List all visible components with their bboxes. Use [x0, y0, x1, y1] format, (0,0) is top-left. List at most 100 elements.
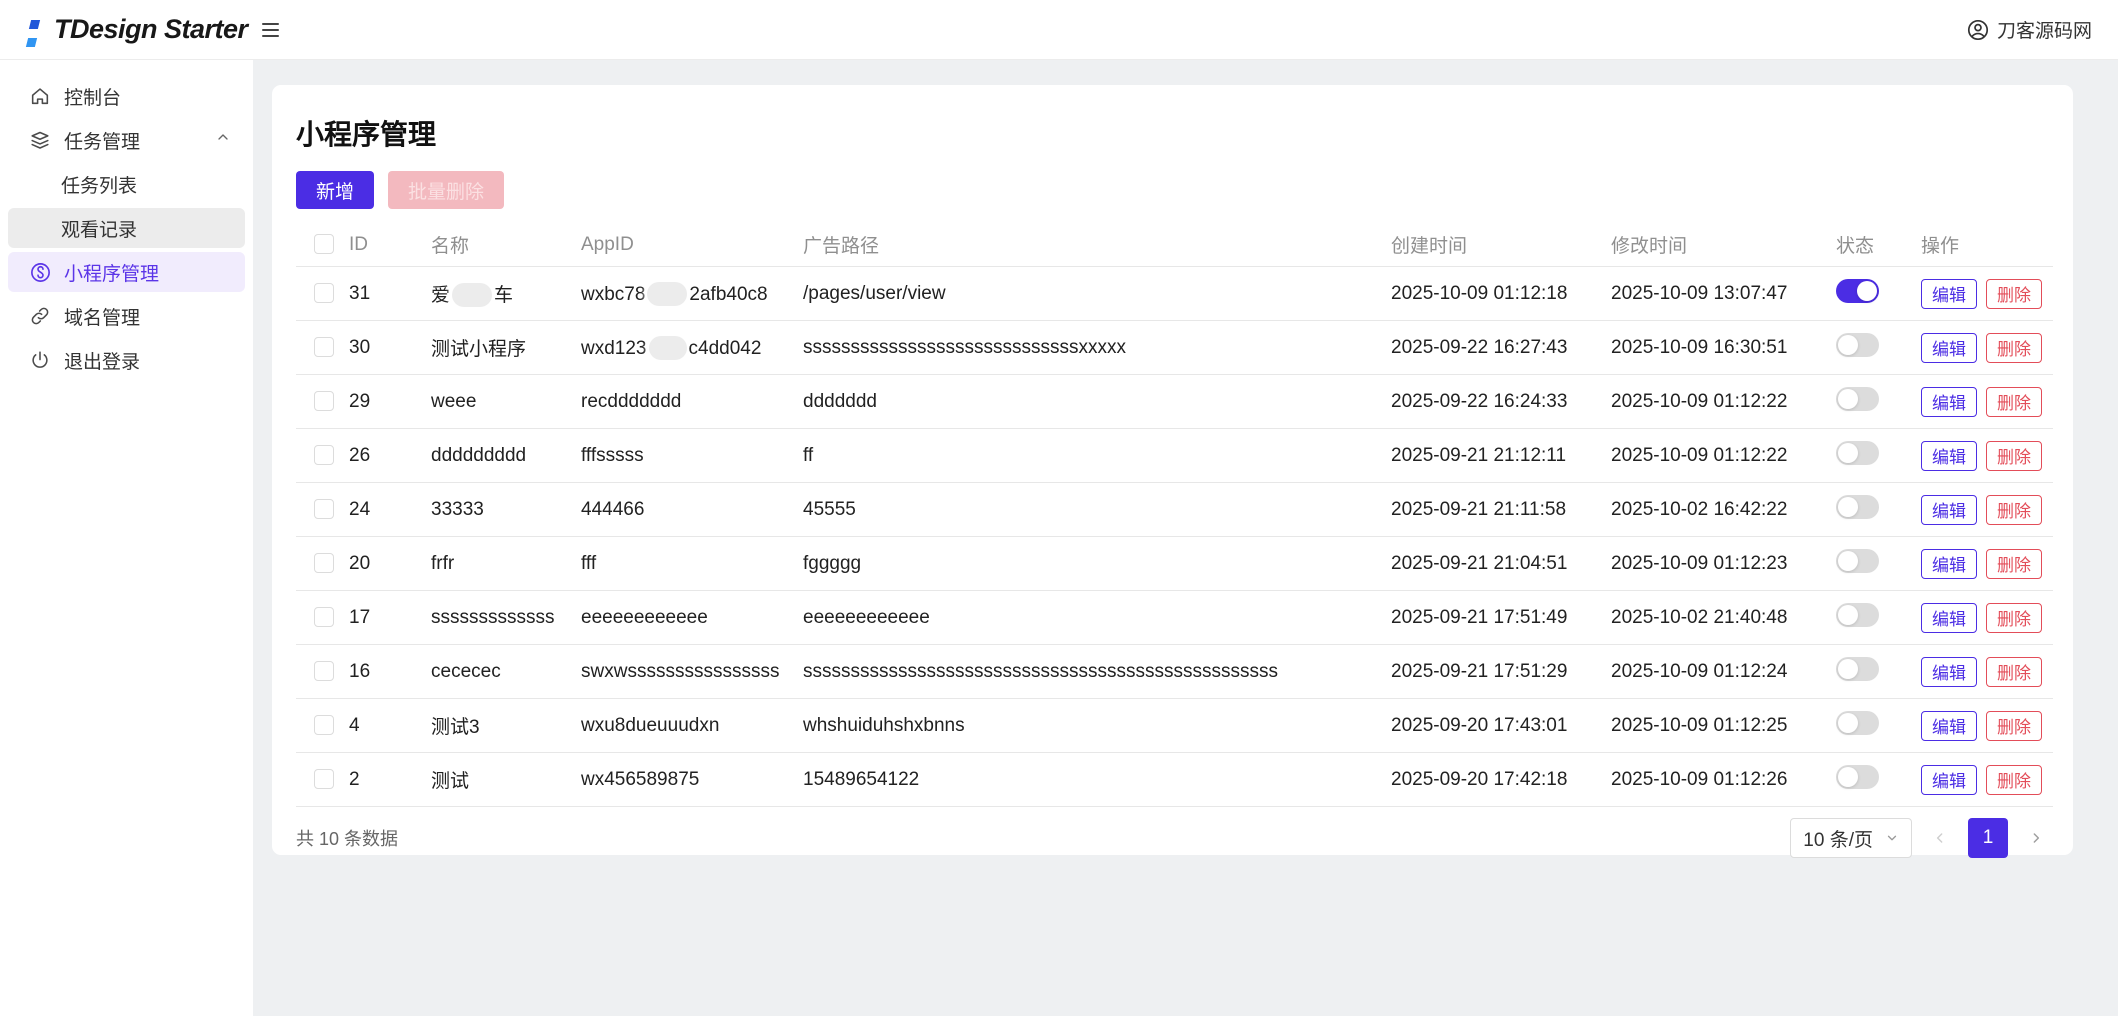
cell-created-time: 2025-09-21 21:04:51	[1391, 552, 1568, 574]
delete-button[interactable]: 删除	[1986, 440, 2042, 471]
edit-button[interactable]: 编辑	[1921, 764, 1977, 795]
row-checkbox[interactable]	[314, 769, 334, 790]
page-title: 小程序管理	[296, 119, 437, 150]
delete-button[interactable]: 删除	[1986, 332, 2042, 363]
toggle-knob	[1857, 280, 1877, 301]
row-checkbox[interactable]	[314, 607, 334, 628]
next-page-button[interactable]	[2023, 818, 2049, 858]
edit-button[interactable]: 编辑	[1921, 710, 1977, 741]
app-logo[interactable]: TDesign Starter	[22, 14, 248, 47]
status-toggle[interactable]	[1836, 332, 1879, 357]
table-row: 4 测试3 wxu8dueuuudxn whshuiduhshxbnns 202…	[296, 699, 2053, 753]
pagination: 10 条/页 1	[1790, 818, 2049, 858]
cell-ad-path: ff	[803, 444, 814, 466]
page-size-select[interactable]: 10 条/页	[1790, 818, 1912, 858]
delete-button[interactable]: 删除	[1986, 602, 2042, 633]
sidebar-item-domain-management[interactable]: 域名管理	[8, 296, 245, 336]
edit-button[interactable]: 编辑	[1921, 494, 1977, 525]
table-row: 30 测试小程序 wxd123 c4dd042 sssssssssssssssss…	[296, 321, 2053, 375]
edit-button[interactable]: 编辑	[1921, 548, 1977, 579]
column-header-id: ID	[349, 233, 368, 255]
sidebar-item-watch-records[interactable]: 观看记录	[8, 208, 245, 248]
column-header-ad-path: 广告路径	[803, 236, 880, 257]
delete-button[interactable]: 删除	[1986, 764, 2042, 795]
delete-button[interactable]: 删除	[1986, 278, 2042, 309]
batch-delete-button[interactable]: 批量删除	[388, 171, 505, 209]
toggle-knob	[1838, 550, 1858, 571]
cell-name: 33333	[431, 498, 484, 520]
status-toggle[interactable]	[1836, 386, 1879, 411]
cell-ad-path: ssssssssssssssssssssssssssssssssssssssss…	[803, 660, 1278, 682]
toggle-knob	[1838, 766, 1858, 787]
status-toggle[interactable]	[1836, 440, 1879, 465]
add-button[interactable]: 新增	[296, 171, 375, 209]
delete-button[interactable]: 删除	[1986, 494, 2042, 525]
edit-button[interactable]: 编辑	[1921, 656, 1977, 687]
row-checkbox[interactable]	[314, 391, 334, 412]
cell-modified-time: 2025-10-09 01:12:22	[1611, 444, 1788, 466]
cell-name: sssssssssssss	[431, 606, 555, 628]
sidebar-item-dashboard[interactable]: 控制台	[8, 76, 245, 116]
sidebar-item-miniprogram-management[interactable]: 小程序管理	[8, 252, 245, 292]
toolbar: 新增 批量删除	[296, 171, 2049, 209]
cell-name: cececec	[431, 660, 501, 682]
table-row: 31 爱车 wxbc78 2afb40c8 /pages/user/view 20…	[296, 267, 2053, 321]
row-checkbox[interactable]	[314, 337, 334, 358]
chevron-right-icon	[2033, 833, 2040, 843]
page-number-1[interactable]: 1	[1968, 818, 2008, 858]
cell-name: 测试	[431, 771, 470, 792]
cell-created-time: 2025-09-21 21:12:11	[1391, 444, 1567, 466]
cell-appid: wxu8dueuuudxn	[581, 714, 720, 736]
main-content: 小程序管理 新增 批量删除 ID 名称 AppID 广告路径 创建时间 修改时间…	[253, 60, 2118, 1016]
cell-id: 2	[349, 768, 360, 790]
cell-id: 17	[349, 606, 371, 628]
cell-appid: 444466	[581, 498, 645, 520]
menu-collapse-icon[interactable]	[261, 19, 279, 41]
user-name: 刀客源码网	[1996, 21, 2092, 42]
home-icon	[28, 84, 52, 108]
status-toggle[interactable]	[1836, 494, 1879, 519]
row-checkbox[interactable]	[314, 553, 334, 574]
cell-id: 24	[349, 498, 371, 520]
status-toggle[interactable]	[1836, 602, 1879, 627]
sidebar-item-logout[interactable]: 退出登录	[8, 340, 245, 380]
delete-button[interactable]: 删除	[1986, 710, 2042, 741]
cell-ad-path: sssssssssssssssssssssssssssssxxxxx	[803, 336, 1126, 358]
table-row: 24 33333 444466 45555 2025-09-21 21:11:5…	[296, 483, 2053, 537]
cell-created-time: 2025-09-22 16:24:33	[1391, 390, 1568, 412]
status-toggle[interactable]	[1836, 764, 1879, 789]
user-menu[interactable]: 刀客源码网	[1966, 16, 2092, 43]
select-all-checkbox[interactable]	[314, 234, 334, 255]
edit-button[interactable]: 编辑	[1921, 602, 1977, 633]
cell-name: weee	[431, 390, 477, 412]
status-toggle[interactable]	[1836, 710, 1879, 735]
row-checkbox[interactable]	[314, 445, 334, 466]
prev-page-button[interactable]	[1927, 818, 1953, 858]
sidebar-item-task-management[interactable]: 任务管理	[8, 120, 245, 160]
edit-button[interactable]: 编辑	[1921, 332, 1977, 363]
row-checkbox[interactable]	[314, 499, 334, 520]
edit-button[interactable]: 编辑	[1921, 386, 1977, 417]
sidebar-item-task-list[interactable]: 任务列表	[8, 164, 245, 204]
table-row: 20 frfr fff fggggg 2025-09-21 21:04:51 2…	[296, 537, 2053, 591]
cell-modified-time: 2025-10-02 21:40:48	[1611, 606, 1788, 628]
table-row: 16 cececec swxwssssssssssssssss ssssssss…	[296, 645, 2053, 699]
row-checkbox[interactable]	[314, 715, 334, 736]
status-toggle[interactable]	[1836, 548, 1879, 573]
row-checkbox[interactable]	[314, 283, 334, 304]
cell-ad-path: whshuiduhshxbnns	[803, 714, 965, 736]
edit-button[interactable]: 编辑	[1921, 278, 1977, 309]
status-toggle[interactable]	[1836, 656, 1879, 681]
status-toggle[interactable]	[1836, 278, 1879, 303]
cell-ad-path: eeeeeeeeeeee	[803, 606, 930, 628]
table-header-row: ID 名称 AppID 广告路径 创建时间 修改时间 状态 操作	[296, 223, 2053, 267]
cell-id: 16	[349, 660, 371, 682]
cell-ad-path: fggggg	[803, 552, 862, 574]
delete-button[interactable]: 删除	[1986, 386, 2042, 417]
row-checkbox[interactable]	[314, 661, 334, 682]
edit-button[interactable]: 编辑	[1921, 440, 1977, 471]
delete-button[interactable]: 删除	[1986, 656, 2042, 687]
sidebar-item-label: 任务列表	[61, 175, 138, 197]
cell-appid: recddddddd	[581, 390, 682, 412]
delete-button[interactable]: 删除	[1986, 548, 2042, 579]
